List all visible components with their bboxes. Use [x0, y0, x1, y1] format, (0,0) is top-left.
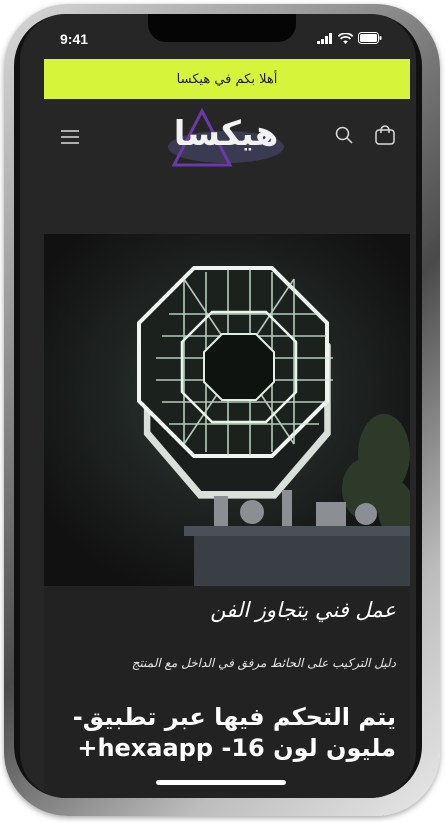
announcement-bar[interactable]: أهلا بكم في هيكسا: [44, 59, 410, 99]
product-heading: عمل فني يتجاوز الفن: [210, 598, 396, 622]
feature-line-2: +hexaapp -16 مليون لون: [77, 734, 396, 762]
hero-image[interactable]: [44, 234, 410, 586]
status-time: 9:41: [60, 31, 89, 47]
phone-mockup: 9:41 أهلا بكم في هيكسا هيكسا عمل فني يتج…: [0, 0, 446, 822]
hamburger-menu-icon[interactable]: [60, 127, 80, 147]
product-subtext: دليل التركيب على الحائط مرفق في الداخل م…: [131, 656, 396, 670]
home-indicator[interactable]: [156, 780, 286, 785]
shelf: [194, 534, 410, 586]
feature-line-1: -يتم التحكم فيها عبر تطبيق: [72, 703, 396, 731]
search-icon[interactable]: [334, 125, 354, 145]
wifi-icon: [338, 32, 353, 44]
feature-text: -يتم التحكم فيها عبر تطبيق +hexaapp -16 …: [56, 702, 396, 764]
battery-icon: [358, 32, 382, 44]
hexa-logo[interactable]: هيكسا: [160, 107, 286, 169]
infinity-mirror-illustration: [44, 234, 410, 586]
logo-text: هيكسا: [174, 114, 279, 154]
shopping-bag-icon[interactable]: [374, 124, 396, 146]
notch: [148, 14, 296, 42]
site-header: هيكسا: [20, 99, 416, 179]
phone-screen: 9:41 أهلا بكم في هيكسا هيكسا عمل فني يتج…: [20, 14, 416, 798]
product-caption: عمل فني يتجاوز الفن دليل التركيب على الح…: [44, 586, 410, 798]
signal-icon: [317, 32, 332, 44]
status-icons: [317, 32, 382, 44]
announcement-text: أهلا بكم في هيكسا: [176, 71, 278, 87]
